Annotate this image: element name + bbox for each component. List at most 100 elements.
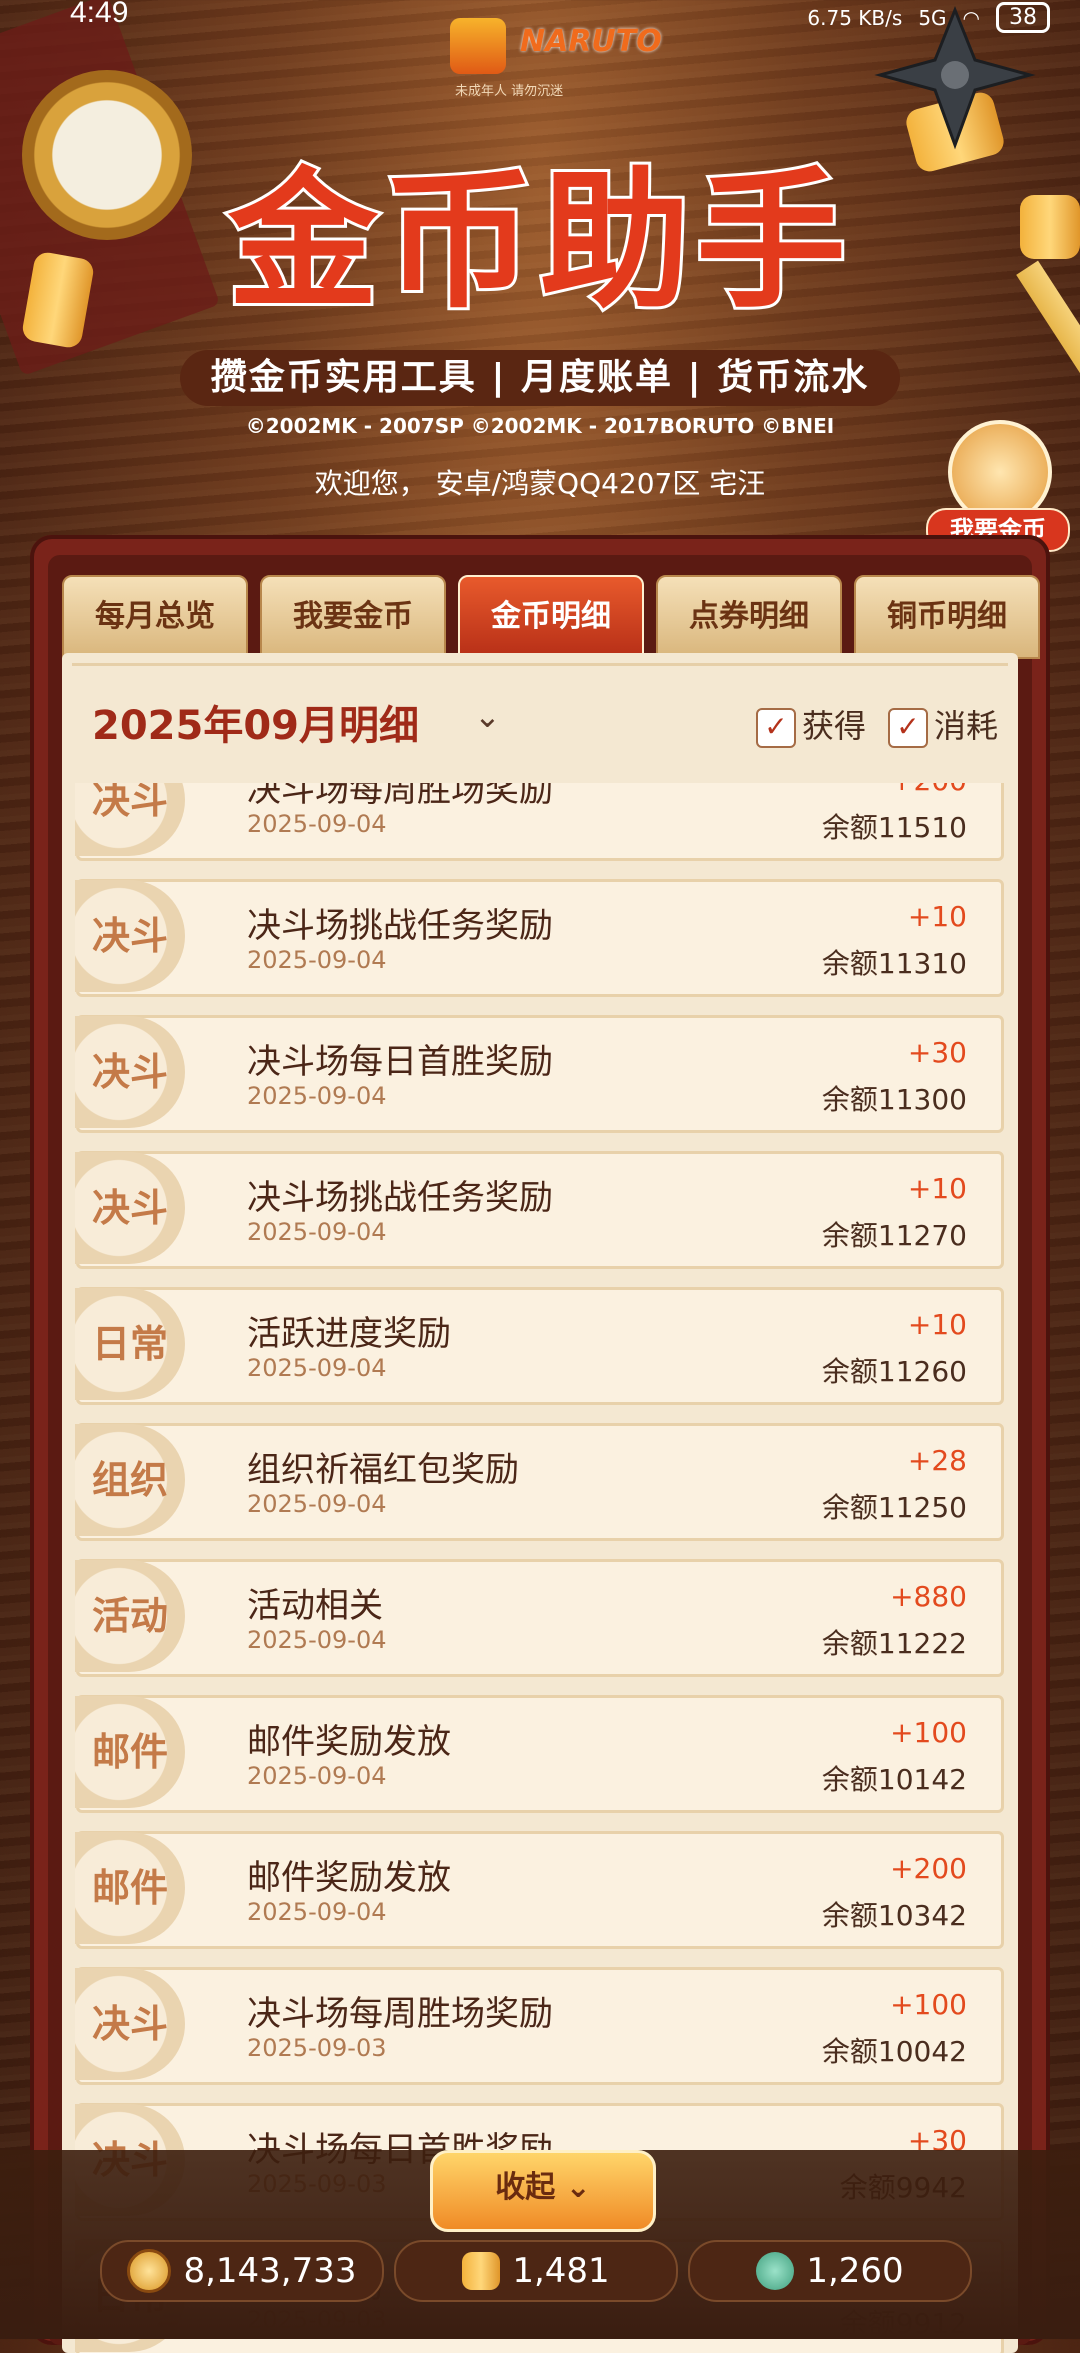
record-row: 邮件 邮件奖励发放 2025-09-04 +200 余额10342 (75, 1831, 1004, 1949)
record-row: 决斗 决斗场每周胜场奖励 2025-09-03 +100 余额10042 (75, 1967, 1004, 2085)
record-date: 2025-09-04 (247, 1762, 387, 1790)
welcome-text: 欢迎您， 安卓/鸿蒙QQ4207区 宅汪 (314, 467, 766, 500)
copper-coin-icon (127, 2249, 172, 2293)
record-row: 决斗 决斗场每日首胜奖励 2025-09-04 +30 余额11300 (75, 1015, 1004, 1133)
record-category-badge: 日常 (75, 1288, 185, 1400)
record-date: 2025-09-04 (247, 1218, 387, 1246)
record-date: 2025-09-04 (247, 946, 387, 974)
tab-coupon-details[interactable]: 点券明细 (656, 575, 842, 659)
tab-copper-details[interactable]: 铜币明细 (854, 575, 1040, 659)
collapse-label: 收起 (495, 2170, 556, 2205)
checkmark-icon: ✓ (887, 708, 928, 748)
record-name: 决斗场挑战任务奖励 (247, 1178, 553, 1218)
record-category-badge: 决斗 (75, 1968, 185, 2080)
gold-balance: 1,481 (394, 2240, 678, 2302)
record-row: 决斗 决斗场挑战任务奖励 2025-09-04 +10 余额11310 (75, 879, 1004, 997)
tab-bar: 每月总览 我要金币 金币明细 点券明细 铜币明细 (62, 575, 1040, 659)
record-date: 2025-09-03 (247, 2034, 387, 2062)
record-date: 2025-09-04 (247, 1082, 387, 1110)
record-amount: +100 (890, 1988, 967, 2021)
record-balance: 余额11260 (821, 1355, 967, 1388)
record-date: 2025-09-04 (247, 1354, 387, 1382)
gain-filter-checkbox[interactable]: ✓ 获得 (755, 701, 866, 748)
logo-tagline: 未成年人 请勿沉迷 (455, 84, 564, 99)
record-amount: +200 (890, 783, 967, 797)
details-header: 2025年09月明细 ⌄ ✓ 获得 ✓ 消耗 (62, 653, 1018, 771)
record-row: 日常 活跃进度奖励 2025-09-04 +10 余额11260 (75, 1287, 1004, 1405)
consume-filter-label: 消耗 (933, 707, 998, 745)
record-amount: +880 (890, 1580, 967, 1613)
record-name: 决斗场每日首胜奖励 (247, 1042, 553, 1082)
tab-monthly-overview[interactable]: 每月总览 (62, 575, 248, 659)
record-balance: 余额11222 (821, 1627, 967, 1660)
record-name: 组织祈福红包奖励 (247, 1450, 519, 1490)
record-category-badge: 活动 (75, 1560, 185, 1672)
record-row: 组织 组织祈福红包奖励 2025-09-04 +28 余额11250 (75, 1423, 1004, 1541)
gold-balance-value: 1,481 (512, 2251, 610, 2291)
record-amount: +10 (907, 900, 967, 933)
network-speed: 6.75 KB/s (807, 5, 903, 30)
record-date: 2025-09-04 (247, 1898, 387, 1926)
record-row: 决斗 决斗场每周胜场奖励2025-09-04 +200 余额11510 (75, 783, 1004, 861)
record-name: 决斗场每周胜场奖励 (247, 783, 553, 810)
record-name: 活动相关 (247, 1586, 383, 1626)
record-date: 2025-09-04 (247, 1626, 387, 1654)
wifi-icon: ◠ (962, 5, 980, 30)
coupon-balance-value: 1,260 (806, 2251, 904, 2291)
record-balance: 余额10342 (821, 1899, 967, 1932)
game-logo: NARUTO 未成年人 请勿沉迷 (450, 18, 662, 99)
copper-balance-value: 8,143,733 (183, 2251, 357, 2291)
record-category-badge: 邮件 (75, 1696, 185, 1808)
logo-brand: NARUTO (520, 24, 662, 59)
page-subtitle: 攒金币实用工具 | 月度账单 | 货币流水 (180, 350, 900, 406)
record-name: 决斗场每周胜场奖励 (247, 1994, 553, 2034)
collapse-button[interactable]: 收起 ⌄ (430, 2150, 656, 2232)
gold-ingot-icon (462, 2252, 501, 2290)
record-name: 邮件奖励发放 (247, 1858, 451, 1898)
naruto-face-icon (450, 18, 506, 74)
page-title: 金币助手 (225, 150, 852, 332)
record-category-badge: 决斗 (75, 1016, 185, 1128)
record-row: 决斗 决斗场挑战任务奖励 2025-09-04 +10 余额11270 (75, 1151, 1004, 1269)
tab-want-gold[interactable]: 我要金币 (260, 575, 446, 659)
record-name: 决斗场挑战任务奖励 (247, 906, 553, 946)
record-category-badge: 决斗 (75, 1152, 185, 1264)
record-date: 2025-09-04 (247, 810, 387, 838)
gain-filter-label: 获得 (801, 707, 866, 745)
record-amount: +10 (907, 1172, 967, 1205)
month-selector-label[interactable]: 2025年09月明细 (92, 693, 419, 751)
record-date: 2025-09-04 (247, 1490, 387, 1518)
record-balance: 余额11510 (821, 811, 967, 844)
record-row: 邮件 邮件奖励发放 2025-09-04 +100 余额10142 (75, 1695, 1004, 1813)
records-list[interactable]: 决斗决斗场每周胜场奖励2025-09-04+200余额11510决斗决斗场挑战任… (62, 783, 1018, 2353)
record-balance: 余额10042 (821, 2035, 967, 2068)
currency-balances: 8,143,733 1,481 1,260 (100, 2240, 972, 2302)
record-amount: +200 (890, 1852, 967, 1885)
record-name: 邮件奖励发放 (247, 1722, 451, 1762)
record-amount: +30 (907, 1036, 967, 1069)
record-balance: 余额11300 (821, 1083, 967, 1116)
signal-5g-icon: 5G (918, 5, 947, 30)
coupon-balance: 1,260 (688, 2240, 972, 2302)
record-name: 活跃进度奖励 (247, 1314, 451, 1354)
consume-filter-checkbox[interactable]: ✓ 消耗 (887, 701, 998, 748)
record-row: 活动 活动相关 2025-09-04 +880 余额11222 (75, 1559, 1004, 1677)
battery-icon: 38 (996, 2, 1050, 33)
copper-balance: 8,143,733 (100, 2240, 384, 2302)
chevron-down-icon: ⌄ (565, 2170, 591, 2205)
status-time: 4:49 (70, 0, 129, 29)
record-balance: 余额11270 (821, 1219, 967, 1252)
record-category-badge: 邮件 (75, 1832, 185, 1944)
tab-gold-details[interactable]: 金币明细 (458, 575, 644, 659)
record-balance: 余额11310 (821, 947, 967, 980)
main-panel: 每月总览 我要金币 金币明细 点券明细 铜币明细 2025年09月明细 ⌄ ✓ 获… (30, 535, 1050, 2353)
record-category-badge: 决斗 (75, 783, 185, 856)
want-gold-button[interactable]: 我要金币 (926, 420, 1070, 552)
chevron-down-icon[interactable]: ⌄ (474, 697, 501, 735)
copyright-text: ©2002MK - 2007SP ©2002MK - 2017BORUTO ©B… (245, 414, 835, 438)
details-sheet: 2025年09月明细 ⌄ ✓ 获得 ✓ 消耗 决斗 决斗场每周胜场奖励 2025-09-… (62, 653, 1018, 2353)
record-amount: +28 (907, 1444, 967, 1477)
record-balance: 余额10142 (821, 1763, 967, 1796)
record-balance: 余额11250 (821, 1491, 967, 1524)
record-category-badge: 组织 (75, 1424, 185, 1536)
